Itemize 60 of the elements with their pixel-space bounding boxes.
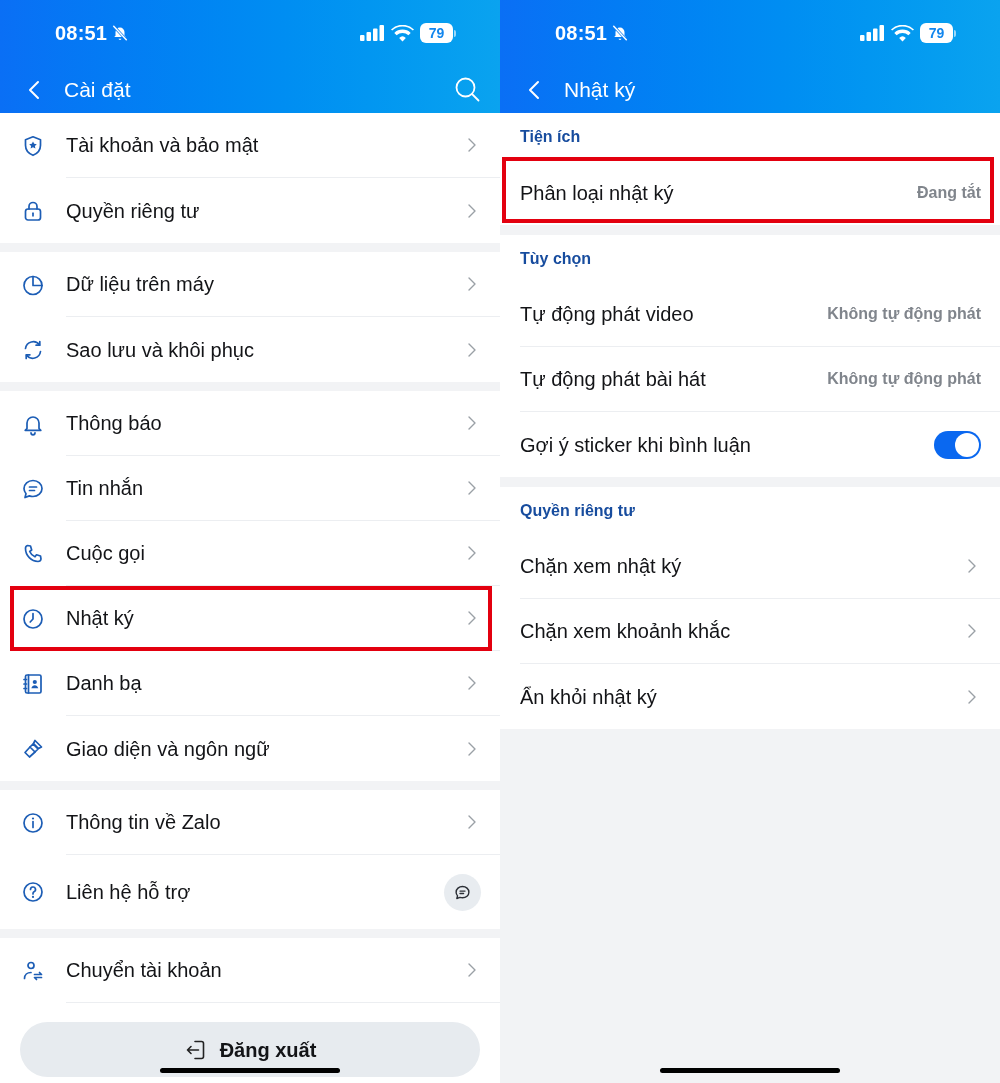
chevron-right-icon — [468, 138, 476, 152]
chevron-right-icon — [468, 963, 476, 977]
clock-icon — [21, 606, 45, 631]
back-icon — [528, 79, 540, 100]
setting-value: Không tự động phát — [827, 304, 981, 324]
section-title: Tùy chọn — [520, 248, 592, 269]
contact-book-icon — [21, 671, 45, 696]
back-button[interactable] — [526, 78, 542, 101]
info-icon — [21, 810, 45, 835]
settings-item[interactable]: Sao lưu và khôi phục — [0, 317, 500, 382]
settings-item[interactable]: Phân loại nhật ký Đang tắt — [500, 160, 1000, 225]
chevron-right-icon — [468, 481, 476, 495]
wifi-icon — [391, 24, 414, 42]
signal-icon — [860, 25, 885, 41]
back-button[interactable] — [26, 78, 42, 101]
settings-item[interactable]: Quyền riêng tư — [0, 178, 500, 243]
chat-bubble-icon — [454, 883, 471, 901]
section-title: Tiện ích — [520, 126, 581, 147]
chevron-right-icon — [968, 689, 976, 704]
setting-value: Đang tắt — [917, 182, 981, 203]
chevron-right-icon — [468, 741, 476, 756]
settings-item[interactable]: Tự động phát video Không tự động phát — [500, 282, 1000, 347]
battery-indicator: 79 — [920, 23, 956, 43]
status-time: 08:51 — [55, 21, 108, 46]
chevron-right-icon — [468, 611, 476, 625]
status-time: 08:51 — [555, 21, 608, 46]
settings-item[interactable]: Danh bạ — [0, 651, 500, 716]
chevron-right-icon — [468, 416, 476, 430]
logout-button[interactable]: Đăng xuất — [20, 1022, 480, 1077]
toggle-switch[interactable] — [934, 430, 981, 459]
settings-item[interactable]: Liên hệ hỗ trợ — [0, 855, 500, 929]
section-title: Quyền riêng tư — [520, 500, 635, 521]
settings-item[interactable]: Chặn xem khoảnh khắc — [500, 599, 1000, 664]
muted-bell-icon — [111, 24, 130, 42]
battery-indicator: 79 — [420, 23, 456, 43]
settings-item[interactable]: Tự động phát bài hát Không tự động phát — [500, 347, 1000, 412]
wifi-icon — [891, 24, 914, 42]
chevron-right-icon — [468, 342, 476, 357]
chat-button[interactable] — [444, 873, 481, 911]
screen-title: Cài đặt — [64, 76, 131, 103]
screen-title: Nhật ký — [564, 76, 636, 103]
settings-item[interactable]: Chặn xem nhật ký — [500, 534, 1000, 599]
settings-item[interactable]: Ẩn khỏi nhật ký — [500, 664, 1000, 729]
search-button[interactable] — [454, 76, 480, 103]
chevron-right-icon — [468, 815, 476, 829]
chevron-right-icon — [968, 559, 976, 573]
settings-item[interactable]: Giao diện và ngôn ngữ — [0, 716, 500, 781]
search-icon — [454, 77, 480, 102]
settings-item[interactable]: Gợi ý sticker khi bình luận — [500, 412, 1000, 477]
chevron-right-icon — [968, 624, 976, 638]
muted-bell-icon — [611, 24, 630, 42]
question-icon — [21, 880, 45, 904]
setting-value: Không tự động phát — [827, 369, 981, 389]
signal-icon — [360, 25, 385, 41]
chevron-right-icon — [468, 546, 476, 560]
chevron-right-icon — [468, 676, 476, 690]
settings-item[interactable]: Nhật ký — [0, 586, 500, 651]
chevron-right-icon — [468, 203, 476, 218]
chevron-right-icon — [468, 277, 476, 291]
back-icon — [28, 79, 40, 100]
